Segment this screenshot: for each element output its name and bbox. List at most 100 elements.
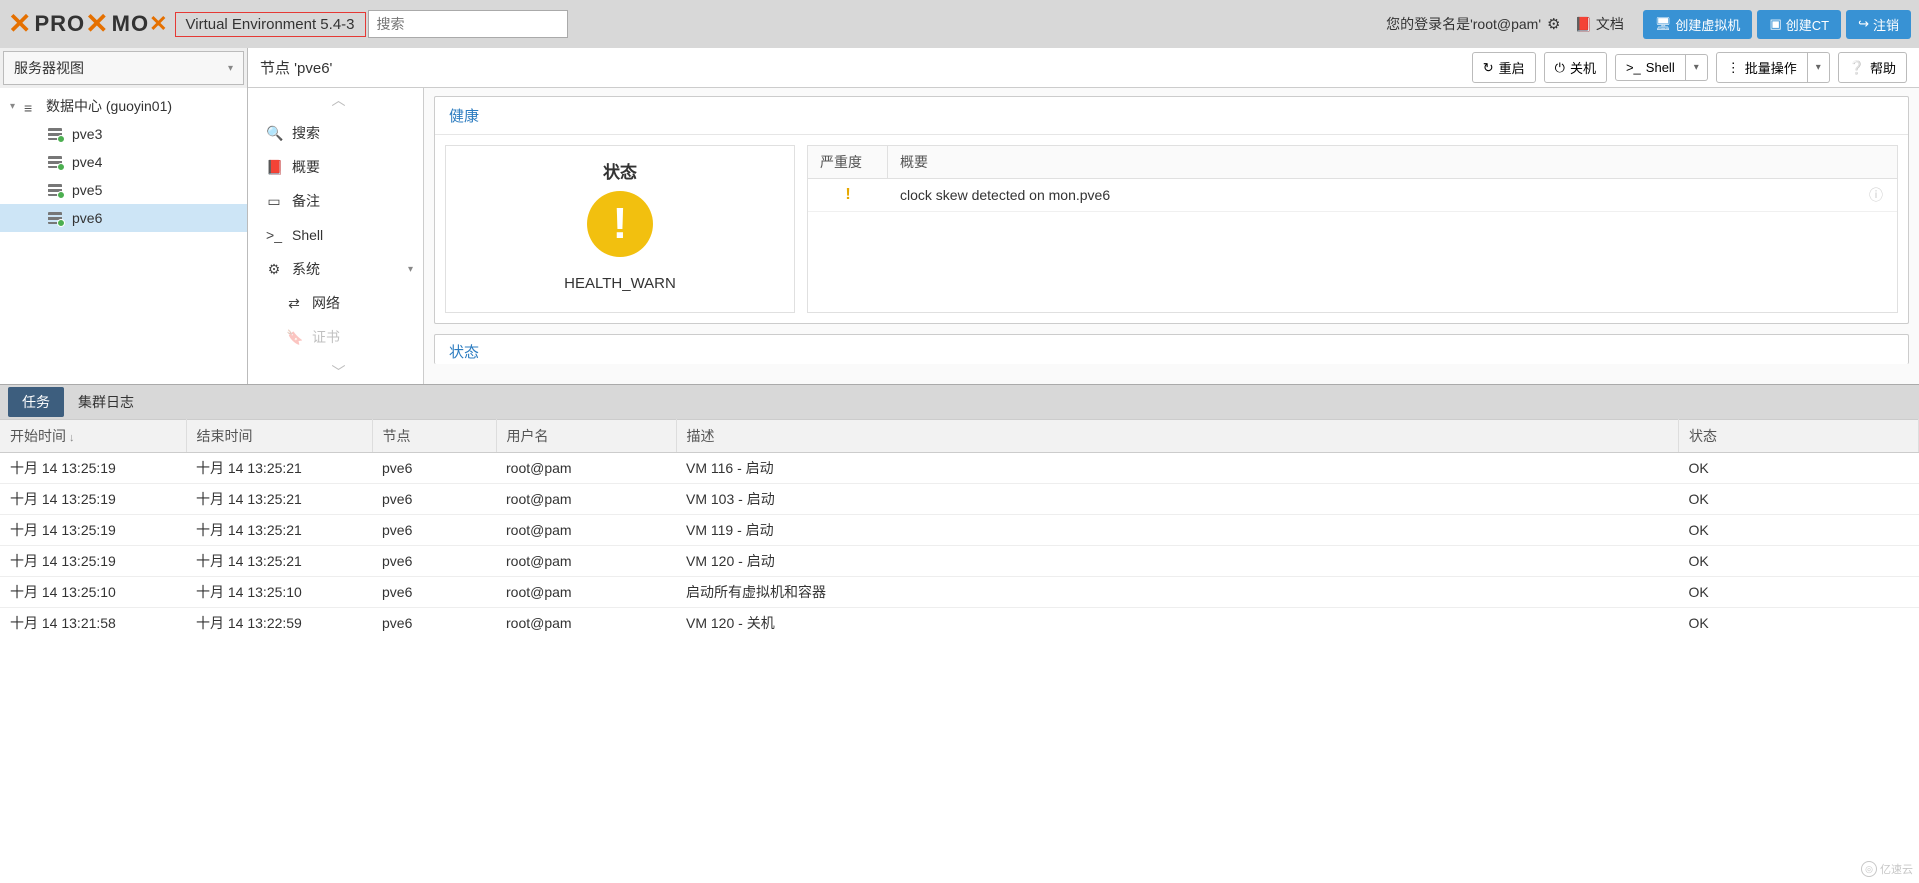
chevron-down-icon: ▾	[228, 63, 233, 74]
tree-root-label: 数据中心 (guoyin01)	[46, 96, 172, 116]
tasks-scroll[interactable]: 开始时间 结束时间 节点 用户名 描述 状态 十月 14 13:25:19十月 …	[0, 419, 1919, 638]
bottom-log-panel: 任务 集群日志 开始时间 结束时间 节点 用户名 描述 状态 十月 14 13:…	[0, 384, 1919, 638]
sidenav-item-note[interactable]: ▭备注	[254, 184, 423, 218]
tree-node-label: pve4	[72, 154, 102, 170]
watermark-icon: ◎	[1861, 861, 1877, 877]
brand-suffix: MO	[112, 11, 149, 37]
status-heading: 状态	[603, 158, 637, 183]
dashboard-area: 健康 状态 ! HEALTH_WARN 严重度 概要 !cloc	[424, 88, 1919, 384]
create-ct-button[interactable]: ▣创建CT	[1757, 10, 1841, 39]
sidenav-item-gear[interactable]: ⚙ 系统 ▾	[254, 252, 423, 286]
shutdown-button[interactable]: ⏻关机	[1544, 52, 1607, 83]
sidenav-item-cert[interactable]: 🔖证书	[254, 320, 423, 354]
top-header: ✕ PRO✕MO✕ Virtual Environment 5.4-3 您的登录…	[0, 0, 1919, 48]
restart-icon: ↻	[1483, 60, 1494, 76]
tree-node-pve6[interactable]: pve6	[0, 204, 247, 232]
docs-link[interactable]: 📕 文档	[1574, 14, 1623, 34]
brand-logo: ✕ PRO✕MO✕	[8, 10, 169, 38]
tree-node-pve5[interactable]: pve5	[0, 176, 247, 204]
help-button[interactable]: ❔帮助	[1838, 52, 1907, 83]
tasks-table: 开始时间 结束时间 节点 用户名 描述 状态 十月 14 13:25:19十月 …	[0, 419, 1919, 638]
tree-node-label: pve3	[72, 126, 102, 142]
status-panel-title: 状态	[435, 335, 1908, 364]
cube-icon: ▣	[1769, 16, 1781, 32]
col-node[interactable]: 节点	[372, 420, 496, 453]
watermark: ◎ 亿速云	[1861, 861, 1913, 877]
tree-node-label: pve5	[72, 182, 102, 198]
sidenav-item-shell[interactable]: >_Shell	[254, 218, 423, 252]
view-selector-label: 服务器视图	[14, 58, 84, 78]
task-row[interactable]: 十月 14 13:25:19十月 14 13:25:21pve6root@pam…	[0, 515, 1919, 546]
sidenav-item-label: 备注	[292, 191, 320, 211]
chevron-down-icon: ▾	[408, 264, 413, 275]
logout-icon: ↪	[1858, 16, 1869, 32]
tree-node-pve4[interactable]: pve4	[0, 148, 247, 176]
sidenav-item-label: 概要	[292, 157, 320, 177]
task-row[interactable]: 十月 14 13:25:19十月 14 13:25:21pve6root@pam…	[0, 546, 1919, 577]
cert-icon: 🔖	[286, 329, 302, 346]
col-desc[interactable]: 描述	[676, 420, 1679, 453]
col-end-time[interactable]: 结束时间	[186, 420, 372, 453]
col-start-time[interactable]: 开始时间	[0, 420, 186, 453]
monitor-icon: 🖥	[1655, 16, 1672, 32]
watermark-text: 亿速云	[1880, 861, 1913, 877]
sidenav-item-book[interactable]: 📕概要	[254, 150, 423, 184]
warning-icon: !	[587, 191, 653, 257]
collapse-icon[interactable]: ▾	[10, 101, 24, 112]
shell-button[interactable]: >_Shell	[1615, 54, 1686, 81]
server-icon	[46, 128, 64, 140]
restart-button[interactable]: ↻重启	[1472, 52, 1536, 83]
help-icon: ❔	[1849, 60, 1865, 76]
health-panel: 健康 状态 ! HEALTH_WARN 严重度 概要 !cloc	[434, 96, 1909, 324]
sidenav-scroll-up[interactable]: ︿	[254, 88, 423, 112]
tree-node-pve3[interactable]: pve3	[0, 120, 247, 148]
col-user[interactable]: 用户名	[496, 420, 676, 453]
log-tabs: 任务 集群日志	[0, 385, 1919, 419]
task-row[interactable]: 十月 14 13:21:58十月 14 13:22:59pve6root@pam…	[0, 608, 1919, 639]
tab-cluster-log[interactable]: 集群日志	[64, 387, 148, 417]
logout-button[interactable]: ↪注销	[1846, 10, 1911, 39]
docs-label: 文档	[1596, 14, 1624, 34]
version-label: Virtual Environment 5.4-3	[175, 12, 366, 37]
tree-root-datacenter[interactable]: ▾ 数据中心 (guoyin01)	[0, 92, 247, 120]
task-row[interactable]: 十月 14 13:25:10十月 14 13:25:10pve6root@pam…	[0, 577, 1919, 608]
bulk-actions-button[interactable]: ⋮批量操作	[1716, 52, 1808, 83]
sidenav-item-search[interactable]: 🔍 搜索	[254, 116, 423, 150]
search-icon: 🔍	[266, 125, 282, 142]
create-vm-button[interactable]: 🖥创建虚拟机	[1643, 10, 1753, 39]
health-alerts-table: 严重度 概要 !clock skew detected on mon.pve6ⓘ	[807, 145, 1898, 313]
view-selector-dropdown[interactable]: 服务器视图 ▾	[3, 51, 244, 85]
node-title: 节点 'pve6'	[260, 57, 1464, 78]
col-summary: 概要	[888, 146, 940, 178]
server-icon	[46, 156, 64, 168]
health-status-text: HEALTH_WARN	[564, 275, 676, 292]
alert-message: clock skew detected on mon.pve6	[888, 179, 1869, 211]
info-icon[interactable]: ⓘ	[1869, 185, 1897, 205]
col-status[interactable]: 状态	[1679, 420, 1919, 453]
shell-dropdown-caret[interactable]: ▾	[1686, 54, 1708, 81]
shell-split-button[interactable]: >_Shell ▾	[1615, 54, 1708, 81]
sidenav-item-label: 搜索	[292, 123, 320, 143]
login-as-label: 您的登录名是'root@pam'	[1386, 14, 1541, 34]
task-row[interactable]: 十月 14 13:25:19十月 14 13:25:21pve6root@pam…	[0, 484, 1919, 515]
terminal-icon: >_	[1626, 60, 1641, 75]
sidenav-item-label: 系统	[292, 259, 320, 279]
health-status-box: 状态 ! HEALTH_WARN	[445, 145, 795, 313]
book-icon: 📕	[1574, 16, 1591, 33]
settings-gear-icon[interactable]: ⚙	[1547, 15, 1560, 33]
bulk-dropdown-caret[interactable]: ▾	[1808, 52, 1830, 83]
global-search-input[interactable]	[368, 10, 568, 38]
logo-x-icon-2: ✕	[85, 10, 109, 38]
logo-x-icon-3: ✕	[149, 11, 168, 37]
sidenav-scroll-down[interactable]: ﹀	[254, 360, 423, 384]
logo-x-icon: ✕	[8, 10, 32, 38]
sidenav-item-swap[interactable]: ⇄网络	[254, 286, 423, 320]
task-row[interactable]: 十月 14 13:25:19十月 14 13:25:21pve6root@pam…	[0, 453, 1919, 484]
context-sidenav: ︿ 🔍 搜索 📕概要▭备注>_Shell ⚙ 系统 ▾ ⇄网络🔖证书 ﹀	[254, 88, 424, 384]
tree-node-label: pve6	[72, 210, 102, 226]
tab-tasks[interactable]: 任务	[8, 387, 64, 417]
bulk-split-button[interactable]: ⋮批量操作 ▾	[1716, 52, 1830, 83]
gear-icon: ⚙	[266, 261, 282, 278]
server-icon	[46, 212, 64, 224]
alert-row[interactable]: !clock skew detected on mon.pve6ⓘ	[808, 179, 1897, 212]
